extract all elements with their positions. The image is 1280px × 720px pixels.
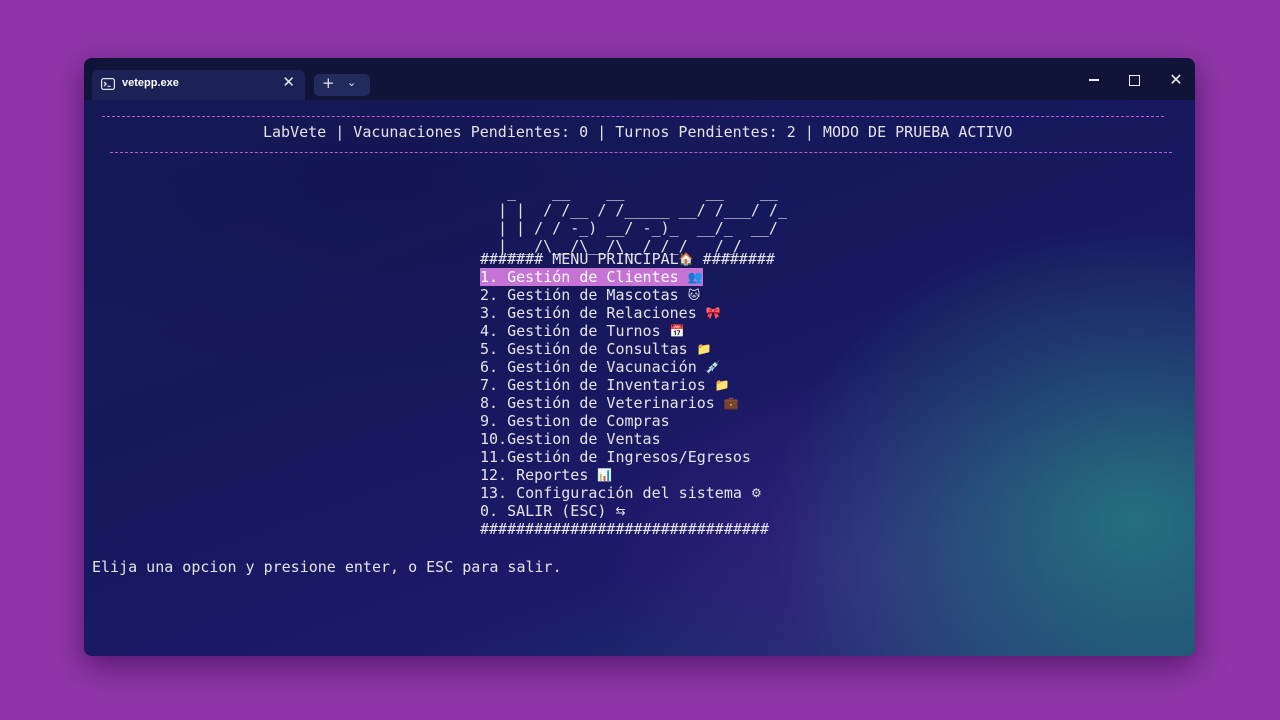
menu-item-label: 10.Gestion de Ventas	[480, 430, 661, 448]
menu-item-label: 8. Gestión de Veterinarios	[480, 394, 724, 412]
top-separator	[102, 116, 1164, 117]
menu-footer: ################################	[480, 520, 769, 538]
menu-item-label: 6. Gestión de Vacunación	[480, 358, 706, 376]
tab-dropdown-chevron-icon[interactable]: ⌄	[347, 76, 356, 89]
menu-item-consultas[interactable]: 5. Gestión de Consultas 📁	[480, 340, 712, 358]
menu-item-salir[interactable]: 0. SALIR (ESC) ⇆	[480, 502, 626, 520]
maximize-button[interactable]	[1119, 68, 1149, 92]
menu-item-label: 13. Configuración del sistema	[480, 484, 751, 502]
people-icon: 👥	[687, 270, 703, 284]
menu-item-label: 0. SALIR (ESC)	[480, 502, 616, 520]
menu-item-vacunacion[interactable]: 6. Gestión de Vacunación 💉	[480, 358, 721, 376]
menu-item-ventas[interactable]: 10.Gestion de Ventas	[480, 430, 661, 448]
menu-item-configuracion[interactable]: 13. Configuración del sistema ⚙	[480, 484, 762, 502]
terminal-window: vetepp.exe ✕ + ⌄ ✕ LabVete | Vacunacione…	[84, 58, 1195, 656]
folder-icon: 📁	[714, 378, 730, 392]
ascii-line: _ __ __ __ __	[498, 183, 787, 201]
maximize-icon	[1128, 74, 1140, 86]
new-tab-group: + ⌄	[314, 74, 370, 96]
menu-header-tail: ########	[693, 250, 775, 268]
menu-item-clientes[interactable]: 1. Gestión de Clientes 👥	[480, 268, 703, 286]
terminal-icon	[101, 78, 115, 90]
menu-item-relaciones[interactable]: 3. Gestión de Relaciones 🎀	[480, 304, 721, 322]
syringe-icon: 💉	[705, 360, 721, 374]
menu-item-inventarios[interactable]: 7. Gestión de Inventarios 📁	[480, 376, 730, 394]
menu-item-turnos[interactable]: 4. Gestión de Turnos 📅	[480, 322, 685, 340]
bottom-separator	[110, 152, 1172, 153]
input-prompt: Elija una opcion y presione enter, o ESC…	[92, 558, 562, 576]
menu-item-label: 7. Gestión de Inventarios	[480, 376, 715, 394]
folder-icon: 📁	[696, 342, 712, 356]
minimize-button[interactable]	[1079, 68, 1109, 92]
briefcase-icon: 💼	[723, 396, 739, 410]
gear-icon: ⚙	[750, 486, 762, 500]
menu-item-label: 3. Gestión de Relaciones	[480, 304, 706, 322]
minimize-icon	[1089, 79, 1099, 81]
menu-item-label: 1. Gestión de Clientes	[480, 268, 688, 286]
cat-icon: 🐱	[687, 288, 701, 302]
close-window-button[interactable]: ✕	[1161, 68, 1191, 92]
menu-item-compras[interactable]: 9. Gestion de Compras	[480, 412, 670, 430]
tab-vetepp[interactable]: vetepp.exe ✕	[92, 70, 305, 100]
calendar-icon: 📅	[669, 324, 685, 338]
menu-item-label: 12. Reportes	[480, 466, 598, 484]
status-line: LabVete | Vacunaciones Pendientes: 0 | T…	[263, 123, 1013, 141]
menu-item-label: 2. Gestión de Mascotas	[480, 286, 688, 304]
menu-item-ingresos-egresos[interactable]: 11.Gestión de Ingresos/Egresos	[480, 448, 751, 466]
menu-item-label: 4. Gestión de Turnos	[480, 322, 670, 340]
ascii-line: | | / /__ / /_____ __/ /___/ /_	[498, 201, 787, 219]
exit-arrows-icon: ⇆	[615, 504, 626, 518]
ascii-line: | | / / -_) __/ -_)_ __/_ __/	[498, 219, 778, 237]
tab-close-icon[interactable]: ✕	[282, 73, 295, 91]
new-tab-button[interactable]: +	[322, 74, 335, 92]
menu-item-mascotas[interactable]: 2. Gestión de Mascotas 🐱	[480, 286, 700, 304]
house-icon: 🏠	[678, 252, 694, 266]
menu-item-label: 9. Gestion de Compras	[480, 412, 670, 430]
ribbon-icon: 🎀	[705, 306, 721, 320]
tab-title: vetepp.exe	[122, 77, 179, 89]
menu-header-text: ####### MENU PRINCIPAL	[480, 250, 679, 268]
menu-item-reportes[interactable]: 12. Reportes 📊	[480, 466, 612, 484]
menu-item-label: 11.Gestión de Ingresos/Egresos	[480, 448, 751, 466]
chart-icon: 📊	[597, 468, 613, 482]
menu-item-veterinarios[interactable]: 8. Gestión de Veterinarios 💼	[480, 394, 739, 412]
title-bar: vetepp.exe ✕ + ⌄ ✕	[84, 58, 1195, 100]
menu-header: ####### MENU PRINCIPAL🏠 ########	[480, 250, 775, 268]
menu-item-label: 5. Gestión de Consultas	[480, 340, 697, 358]
terminal-output[interactable]: LabVete | Vacunaciones Pendientes: 0 | T…	[84, 100, 1195, 656]
